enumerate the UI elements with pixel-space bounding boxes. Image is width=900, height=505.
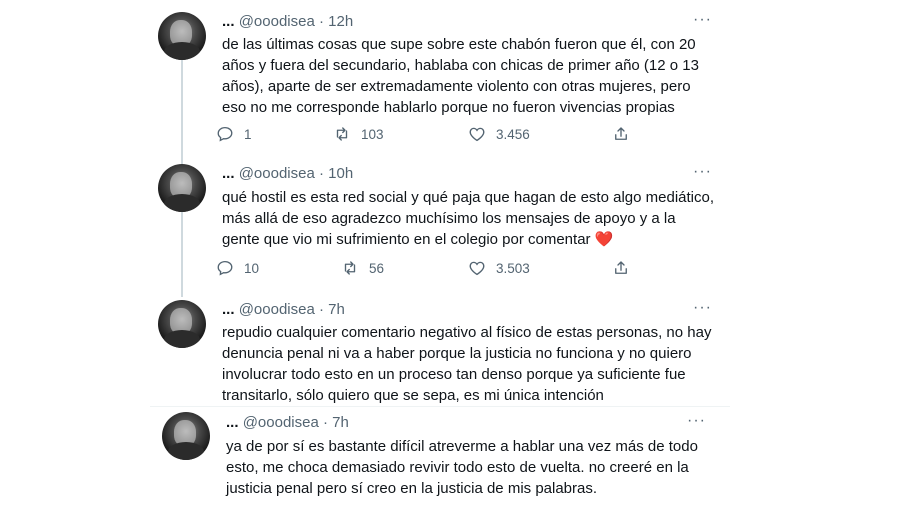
- separator-dot: ·: [318, 414, 333, 431]
- share-icon: [615, 127, 627, 140]
- tweet-text: repudio cualquier comentario negativo al…: [222, 324, 712, 404]
- more-icon[interactable]: ···: [687, 411, 706, 431]
- share-button[interactable]: [612, 123, 630, 145]
- more-icon[interactable]: ···: [693, 298, 712, 318]
- tweet-header: ... @ooodisea · 12h: [222, 12, 353, 32]
- tweet-header: ... @ooodisea · 7h: [226, 413, 349, 433]
- retweet-icon: [344, 261, 356, 275]
- tweet-text-content: qué hostil es esta red social y qué paja…: [222, 189, 714, 248]
- reply-count: 10: [244, 260, 260, 276]
- like-button[interactable]: 3.456: [468, 123, 530, 145]
- tweet-header: ... @ooodisea · 7h: [222, 300, 345, 320]
- avatar[interactable]: [158, 12, 206, 60]
- timestamp[interactable]: 10h: [328, 165, 353, 182]
- tweet-actions: 1 103 3.456: [216, 123, 636, 145]
- retweet-count: 103: [361, 126, 384, 142]
- tweet-header: ... @ooodisea · 10h: [222, 164, 353, 184]
- reply-icon: [217, 260, 233, 276]
- reply-count: 1: [244, 126, 252, 142]
- tweet[interactable]: ... @ooodisea · 7h ··· repudio cualquier…: [150, 296, 730, 406]
- more-icon[interactable]: ···: [693, 10, 712, 30]
- separator-dot: ·: [314, 165, 329, 182]
- retweet-icon: [336, 127, 348, 141]
- tweet[interactable]: ... @ooodisea · 7h ··· ya de por sí es b…: [150, 406, 730, 505]
- reply-button[interactable]: 10: [216, 257, 259, 279]
- like-button[interactable]: 3.503: [468, 257, 530, 279]
- retweet-button[interactable]: 103: [333, 123, 384, 145]
- tweet[interactable]: ... @ooodisea · 10h ··· qué hostil es es…: [150, 160, 730, 296]
- more-icon[interactable]: ···: [693, 162, 712, 182]
- share-icon: [615, 261, 627, 274]
- retweet-count: 56: [369, 260, 385, 276]
- avatar[interactable]: [158, 164, 206, 212]
- like-count: 3.456: [496, 126, 530, 142]
- reply-button[interactable]: 1: [216, 123, 252, 145]
- tweet-text: qué hostil es esta red social y qué paja…: [222, 187, 717, 250]
- tweet-text: de las últimas cosas que supe sobre este…: [222, 36, 699, 116]
- tweet-text: ya de por sí es bastante difícil atrever…: [226, 438, 698, 497]
- share-button[interactable]: [612, 257, 630, 279]
- tweet-actions: 10 56 3.503: [216, 257, 636, 279]
- display-name[interactable]: ...: [222, 301, 235, 318]
- timestamp[interactable]: 12h: [328, 13, 353, 30]
- display-name[interactable]: ...: [222, 165, 235, 182]
- reply-icon: [217, 126, 233, 142]
- display-name[interactable]: ...: [222, 13, 235, 30]
- separator-dot: ·: [314, 13, 329, 30]
- screenshot-frame: ... @ooodisea · 12h ··· de las últimas c…: [150, 0, 730, 505]
- avatar[interactable]: [162, 412, 210, 460]
- separator-dot: ·: [314, 301, 329, 318]
- heart-icon: [469, 127, 485, 142]
- tweet[interactable]: ... @ooodisea · 12h ··· de las últimas c…: [150, 0, 730, 160]
- avatar[interactable]: [158, 300, 206, 348]
- retweet-button[interactable]: 56: [341, 257, 384, 279]
- handle[interactable]: @ooodisea: [239, 165, 315, 182]
- handle[interactable]: @ooodisea: [239, 301, 315, 318]
- heart-icon: [469, 261, 485, 276]
- timestamp[interactable]: 7h: [328, 301, 345, 318]
- like-count: 3.503: [496, 260, 530, 276]
- handle[interactable]: @ooodisea: [243, 414, 319, 431]
- red-heart-emoji: ❤️: [594, 231, 614, 248]
- timestamp[interactable]: 7h: [332, 414, 349, 431]
- handle[interactable]: @ooodisea: [239, 13, 315, 30]
- display-name[interactable]: ...: [226, 414, 239, 431]
